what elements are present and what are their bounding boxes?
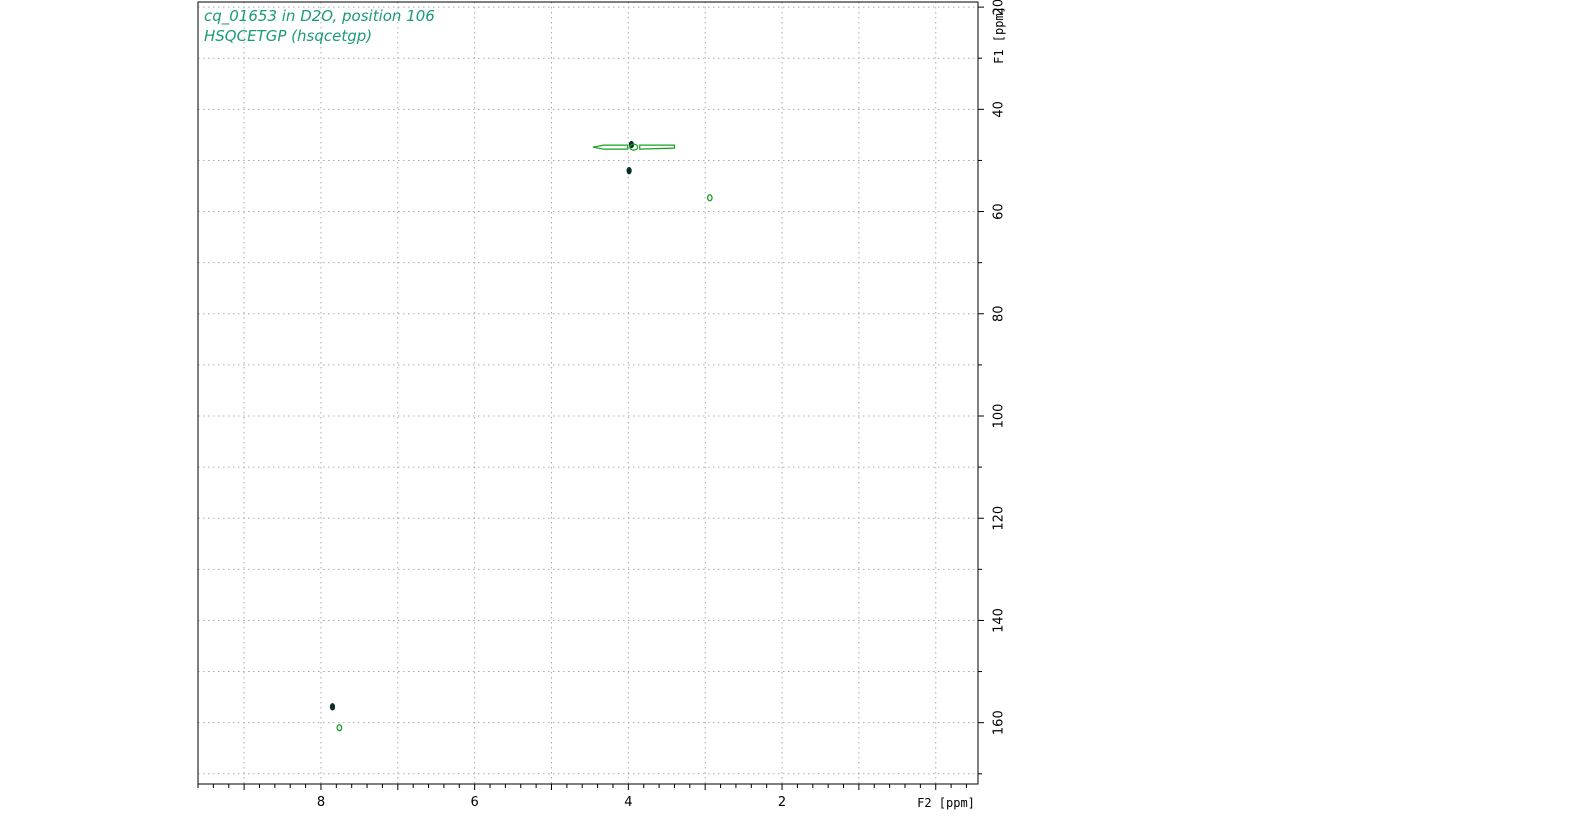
y-tick-label: 120: [992, 506, 1007, 531]
pulse-program-label: HSQCETGP (hsqcetgp): [204, 27, 372, 45]
contour-peak: [336, 724, 343, 732]
contour-peak: [626, 166, 632, 175]
y-tick-label: 60: [992, 203, 1007, 220]
y-tick-label: 160: [992, 710, 1007, 735]
x-axis-label: F2 [ppm]: [917, 796, 975, 810]
y-tick-label: 100: [992, 404, 1007, 429]
hsqc-spectrum-chart: 8 6 4 220406080100120140160 cq_01653 in D2O…: [197, 0, 1007, 810]
contour-peak-wide: [639, 144, 676, 150]
grid-lines: [198, 2, 978, 784]
plot-frame: [197, 1, 979, 785]
y-axis-label: F1 [ppm]: [992, 6, 1006, 64]
contour-peak-wide: [592, 144, 629, 150]
y-tick-label: 140: [992, 608, 1007, 633]
contour-peak: [706, 194, 713, 202]
spectrum-title: cq_01653 in D2O, position 106: [204, 7, 435, 26]
contour-peak: [329, 703, 336, 711]
x-tick-label: 2: [778, 795, 786, 810]
y-tick-label: 40: [992, 101, 1007, 118]
axis-ticks: 8 6 4 220406080100120140160: [197, 0, 1007, 810]
x-tick-label: 8: [317, 795, 325, 810]
x-tick-label: 4: [624, 795, 632, 810]
y-tick-label: 80: [992, 306, 1007, 323]
contour-peaks: [329, 140, 713, 732]
x-tick-label: 6: [471, 795, 479, 810]
